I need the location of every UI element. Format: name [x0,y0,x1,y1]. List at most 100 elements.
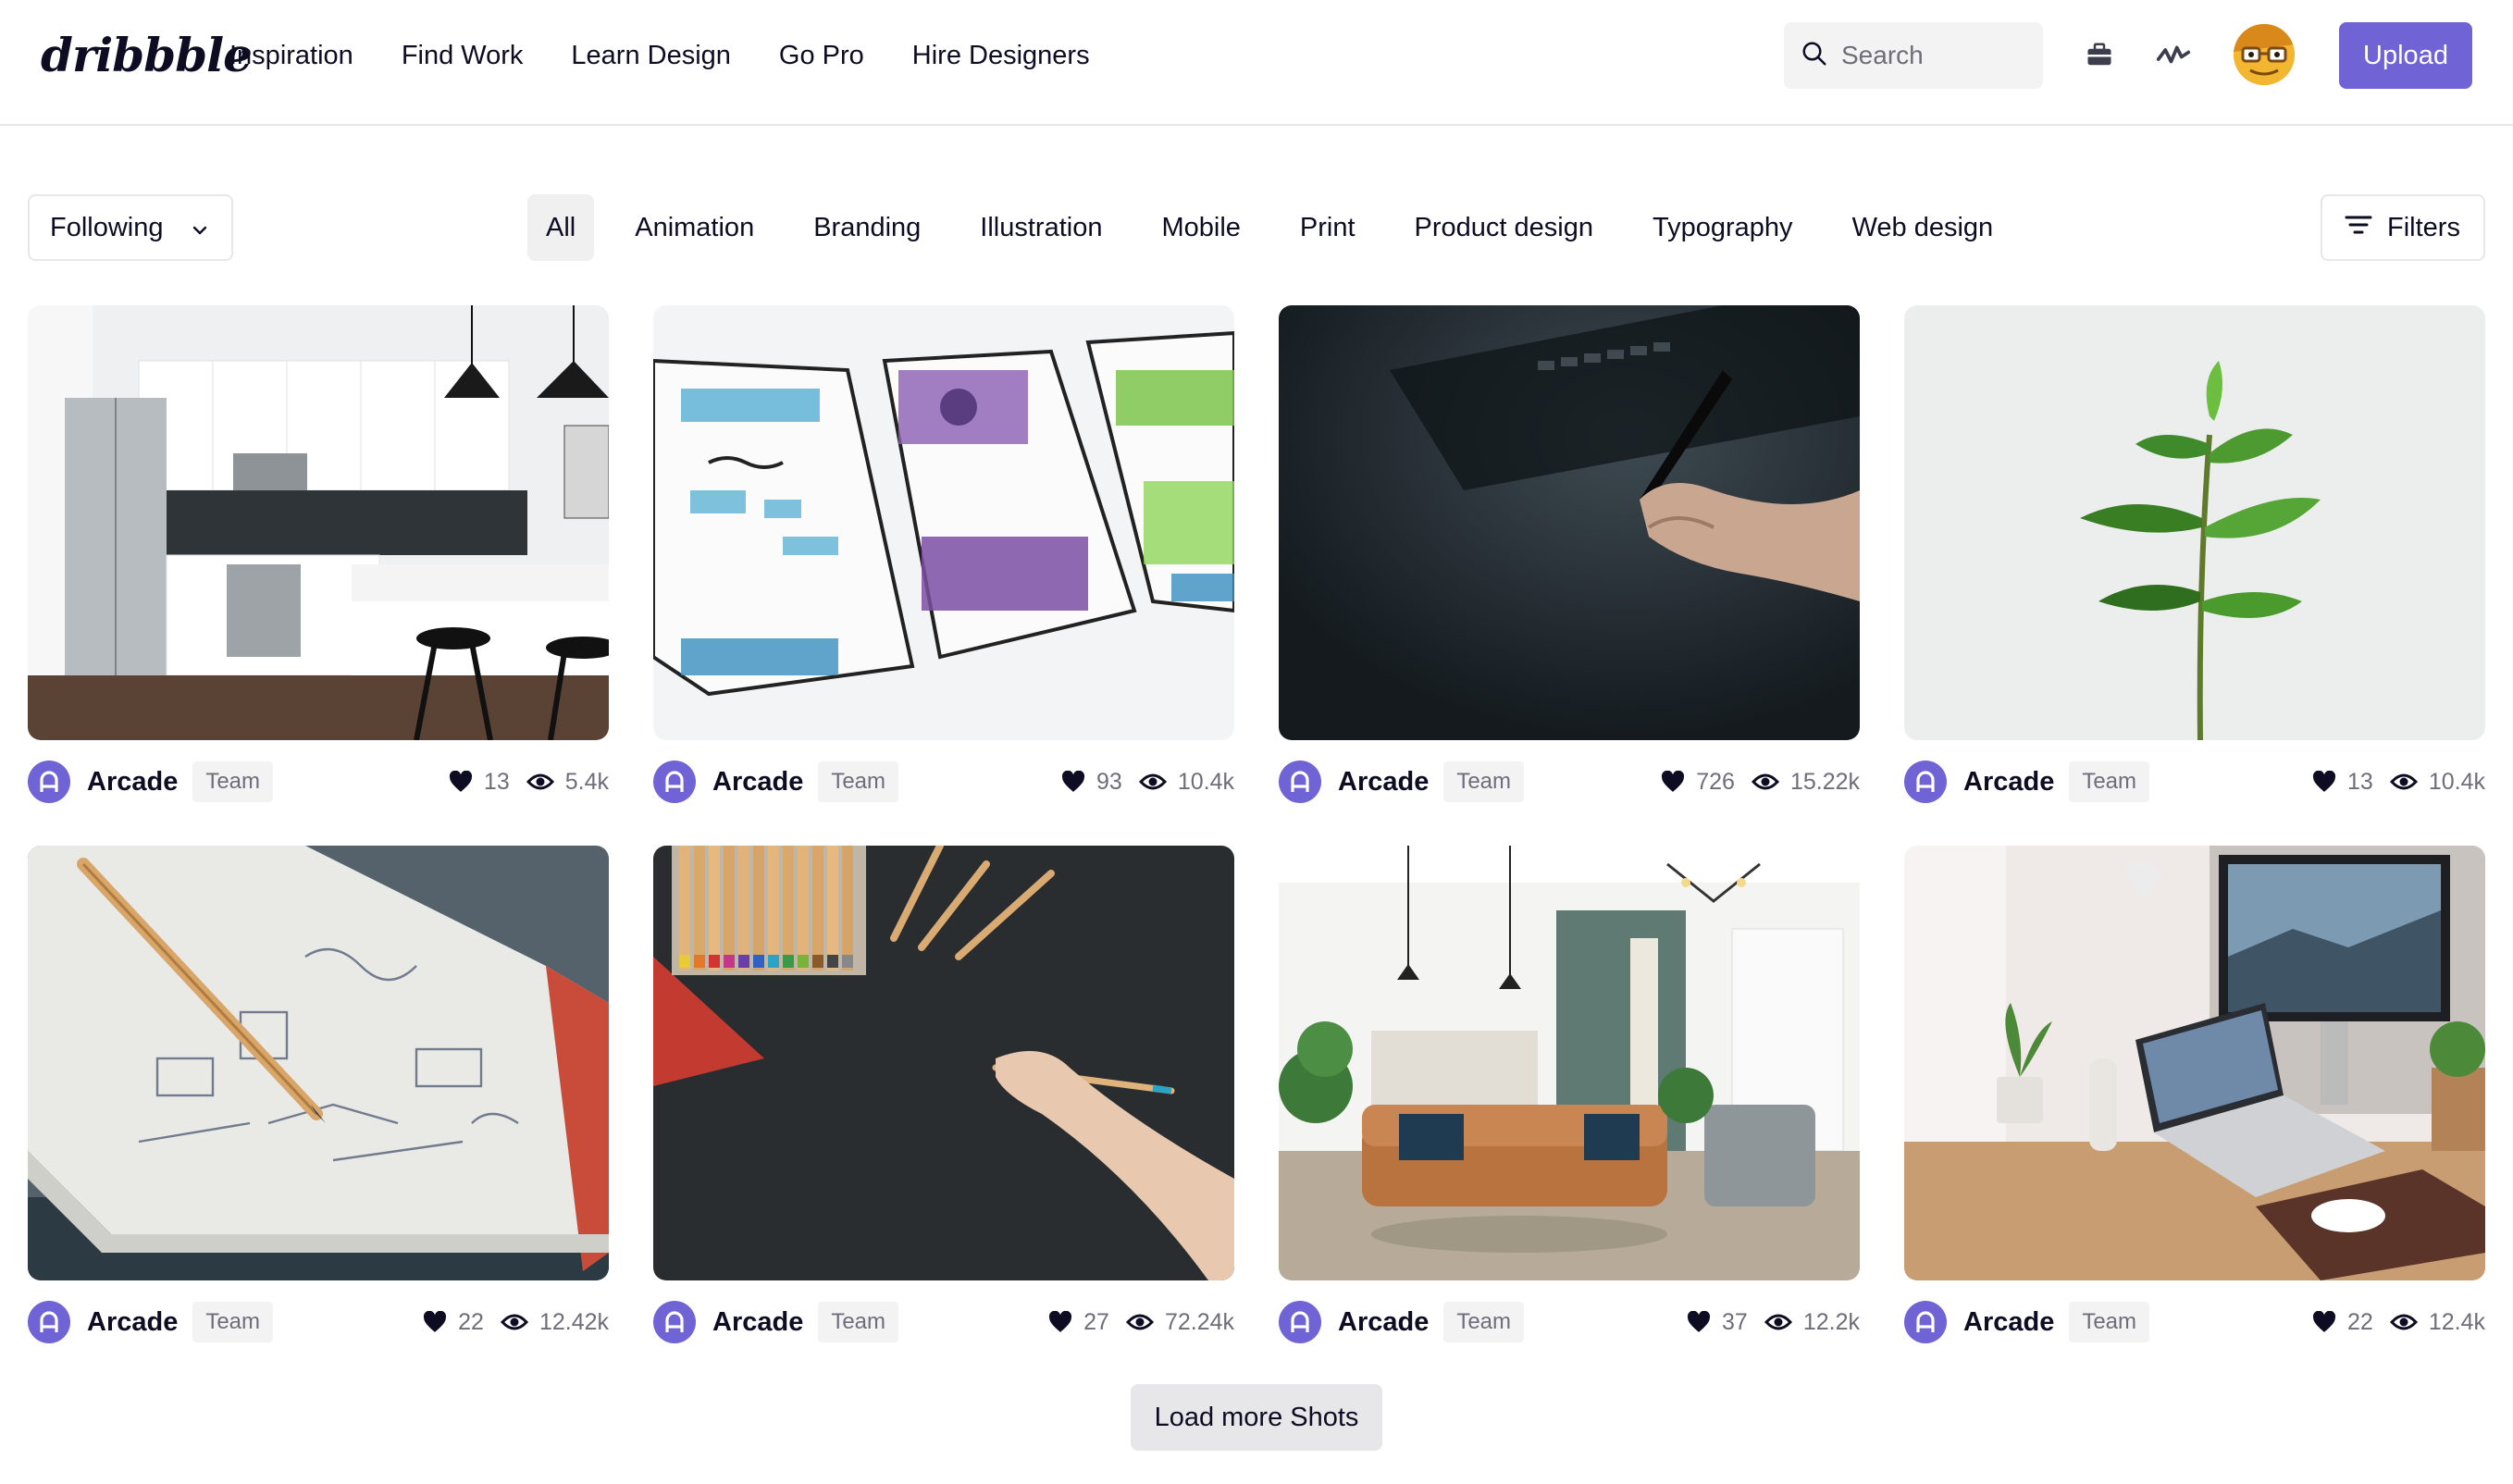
tab-product-design[interactable]: Product design [1396,194,1612,261]
activity-icon[interactable] [2156,37,2191,72]
shot-stats: 13 5.4k [449,769,609,796]
following-dropdown[interactable]: Following [28,194,233,261]
author-name[interactable]: Arcade [87,767,178,798]
tab-web-design[interactable]: Web design [1834,194,2012,261]
team-avatar[interactable] [1279,1301,1321,1343]
heart-icon[interactable] [449,771,473,793]
search-input[interactable] [1841,41,2026,70]
eye-icon [1138,771,1167,793]
eye-icon [2389,771,2418,793]
author-name[interactable]: Arcade [1338,767,1429,798]
shot-thumbnail-stylus-tablet[interactable] [1279,305,1860,740]
tab-typography[interactable]: Typography [1634,194,1812,261]
shot-thumbnail-colored-pencils[interactable] [653,846,1234,1280]
heart-icon[interactable] [2312,1311,2336,1333]
like-count: 13 [2347,768,2373,795]
dribbble-logo[interactable]: dribbble [41,28,253,82]
team-badge: Team [2069,761,2150,802]
shot-thumbnail-notebook-sketch[interactable] [28,846,609,1280]
shot-meta: Arcade Team 726 15.22k [1279,759,1860,805]
heart-icon[interactable] [2312,771,2336,793]
shot-card[interactable]: Arcade Team 726 15.22k [1279,305,1860,803]
shot-meta: Arcade Team 13 5.4k [28,759,609,805]
team-avatar[interactable] [1279,761,1321,803]
shot-meta: Arcade Team 93 10.4k [653,759,1234,805]
nav-learn-design[interactable]: Learn Design [571,41,731,71]
like-count: 22 [458,1308,484,1335]
shot-card[interactable]: Arcade Team 22 12.42k [28,846,609,1343]
heart-icon[interactable] [1661,771,1685,793]
shot-card[interactable]: Arcade Team 13 10.4k [1904,305,2485,803]
view-count: 10.4k [1177,768,1234,795]
team-badge: Team [192,1302,274,1342]
author-name[interactable]: Arcade [712,1307,803,1338]
main-nav: Inspiration Find Work Learn Design Go Pr… [229,0,1090,111]
team-badge: Team [1443,761,1525,802]
shot-meta: Arcade Team 22 12.42k [28,1299,609,1345]
nav-inspiration[interactable]: Inspiration [229,41,353,71]
shot-thumbnail-desk-setup[interactable] [1904,846,2485,1280]
following-label: Following [50,212,164,242]
nav-go-pro[interactable]: Go Pro [779,41,864,71]
tab-animation[interactable]: Animation [616,194,773,261]
shot-card[interactable]: Arcade Team 27 72.24k [653,846,1234,1343]
shot-stats: 37 12.2k [1687,1309,1860,1336]
top-header: dribbble Inspiration Find Work Learn Des… [0,0,2513,126]
shot-stats: 726 15.22k [1661,769,1860,796]
shot-thumbnail-kitchen[interactable] [28,305,609,740]
shot-stats: 13 10.4k [2312,769,2485,796]
heart-icon[interactable] [423,1311,447,1333]
author-name[interactable]: Arcade [1963,1307,2054,1338]
shot-card[interactable]: Arcade Team 93 10.4k [653,305,1234,803]
view-count: 72.24k [1164,1308,1234,1335]
search-box[interactable] [1784,22,2043,89]
team-avatar[interactable] [653,1301,696,1343]
shot-meta: Arcade Team 27 72.24k [653,1299,1234,1345]
load-more-button[interactable]: Load more Shots [1131,1384,1382,1451]
shot-card[interactable]: Arcade Team 37 12.2k [1279,846,1860,1343]
tab-illustration[interactable]: Illustration [961,194,1120,261]
tab-all[interactable]: All [527,194,595,261]
search-icon [1801,40,1828,72]
shot-stats: 27 72.24k [1048,1309,1234,1336]
tab-mobile[interactable]: Mobile [1143,194,1258,261]
team-avatar[interactable] [653,761,696,803]
heart-icon[interactable] [1048,1311,1072,1333]
filters-button[interactable]: Filters [2321,194,2485,261]
shot-thumbnail-wireframe-sketches[interactable] [653,305,1234,740]
tab-branding[interactable]: Branding [795,194,939,261]
heart-icon[interactable] [1061,771,1085,793]
shot-card[interactable]: Arcade Team 13 5.4k [28,305,609,803]
author-name[interactable]: Arcade [1963,767,2054,798]
upload-button[interactable]: Upload [2339,22,2472,89]
heart-icon[interactable] [1687,1311,1711,1333]
nav-find-work[interactable]: Find Work [402,41,524,71]
author-name[interactable]: Arcade [1338,1307,1429,1338]
eye-icon [1764,1311,1792,1333]
view-count: 10.4k [2428,768,2485,795]
team-badge: Team [2069,1302,2150,1342]
avatar[interactable] [2234,24,2295,85]
team-badge: Team [818,761,899,802]
shot-meta: Arcade Team 37 12.2k [1279,1299,1860,1345]
team-avatar[interactable] [1904,761,1947,803]
shot-stats: 22 12.42k [423,1309,609,1336]
shot-card[interactable]: Arcade Team 22 12.4k [1904,846,2485,1343]
like-count: 37 [1722,1308,1748,1335]
author-name[interactable]: Arcade [87,1307,178,1338]
tab-print[interactable]: Print [1281,194,1374,261]
shot-thumbnail-living-room[interactable] [1279,846,1860,1280]
nav-hire-designers[interactable]: Hire Designers [912,41,1090,71]
shot-thumbnail-plant[interactable] [1904,305,2485,740]
team-badge: Team [192,761,274,802]
view-count: 12.4k [2428,1308,2485,1335]
team-badge: Team [818,1302,899,1342]
shot-stats: 22 12.4k [2312,1309,2485,1336]
team-avatar[interactable] [28,761,70,803]
author-name[interactable]: Arcade [712,767,803,798]
like-count: 22 [2347,1308,2373,1335]
briefcase-icon[interactable] [2082,37,2117,72]
shot-meta: Arcade Team 22 12.4k [1904,1299,2485,1345]
team-avatar[interactable] [1904,1301,1947,1343]
team-avatar[interactable] [28,1301,70,1343]
